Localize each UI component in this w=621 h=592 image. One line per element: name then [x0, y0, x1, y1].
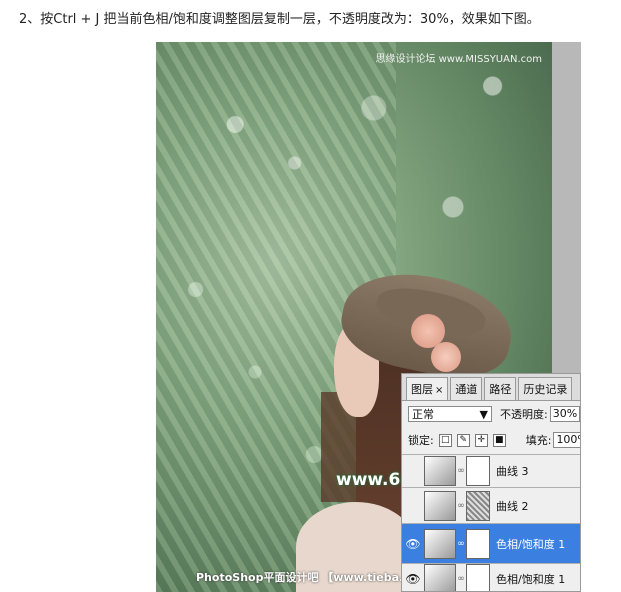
layer-name: 色相/饱和度 1 [496, 572, 566, 586]
opacity-label: 不透明度: [500, 408, 548, 421]
eye-icon[interactable]: 👁 [402, 537, 424, 551]
fill-label: 填充: [525, 434, 552, 447]
opacity-input[interactable]: 30% [549, 406, 580, 422]
fill-input[interactable]: 100% [553, 432, 580, 448]
adjustment-thumbnail [424, 490, 456, 521]
link-icon: ∞ [457, 466, 465, 476]
chevron-down-icon: ▼ [479, 407, 488, 421]
link-icon: ∞ [457, 500, 465, 511]
layer-row[interactable]: 👁 ∞ 色相/饱和度 1 [402, 563, 580, 591]
layer-row[interactable]: ∞ 曲线 2 [402, 487, 580, 523]
link-icon: ∞ [457, 573, 465, 584]
adjustment-thumbnail [424, 456, 456, 486]
lock-all-icon[interactable]: ■ [492, 433, 506, 447]
layer-mask-thumbnail[interactable] [466, 490, 490, 521]
tab-layers[interactable]: 图层 × [406, 377, 449, 400]
link-icon: ∞ [457, 538, 465, 549]
tab-paths[interactable]: 路径 [484, 377, 517, 400]
layer-mask-thumbnail[interactable] [466, 528, 490, 559]
lock-row: 锁定: □ ✎ ✛ ■ 填充: 100% [408, 432, 580, 448]
tab-history[interactable]: 历史记录 [518, 377, 573, 400]
layer-name: 曲线 2 [496, 499, 529, 513]
instruction-text: 2、按Ctrl + J 把当前色相/饱和度调整图层复制一层，不透明度改为：30%… [19, 12, 540, 27]
blend-mode-select[interactable]: 正常 ▼ [408, 406, 492, 422]
adjustment-thumbnail [424, 563, 456, 591]
close-icon[interactable]: × [435, 385, 443, 396]
lock-transparency-icon[interactable]: □ [438, 433, 452, 447]
layer-name: 色相/饱和度 1 [496, 537, 566, 551]
flower [431, 342, 461, 372]
tab-channels[interactable]: 通道 [450, 377, 483, 400]
panel-tabs: 图层 × 通道 路径 历史记录 [402, 374, 580, 401]
layer-row-selected[interactable]: 👁 ∞ 色相/饱和度 1 [402, 523, 580, 563]
lock-image-icon[interactable]: ✎ [456, 433, 470, 447]
layer-mask-thumbnail[interactable] [466, 563, 490, 591]
layers-panel: 图层 × 通道 路径 历史记录 正常 ▼ 不透明度: 30% 锁定: □ ✎ ✛ … [401, 373, 581, 592]
blend-row: 正常 ▼ 不透明度: 30% [408, 406, 580, 422]
layer-name: 曲线 3 [496, 465, 529, 478]
lock-label: 锁定: [408, 434, 434, 447]
layer-mask-thumbnail[interactable] [466, 456, 490, 486]
layer-row[interactable]: ∞ 曲线 3 [402, 454, 580, 487]
eye-icon[interactable]: 👁 [402, 572, 424, 586]
lock-position-icon[interactable]: ✛ [474, 433, 488, 447]
adjustment-thumbnail [424, 528, 456, 559]
watermark-top: 思缘设计论坛 www.MISSYUAN.com [375, 54, 542, 65]
